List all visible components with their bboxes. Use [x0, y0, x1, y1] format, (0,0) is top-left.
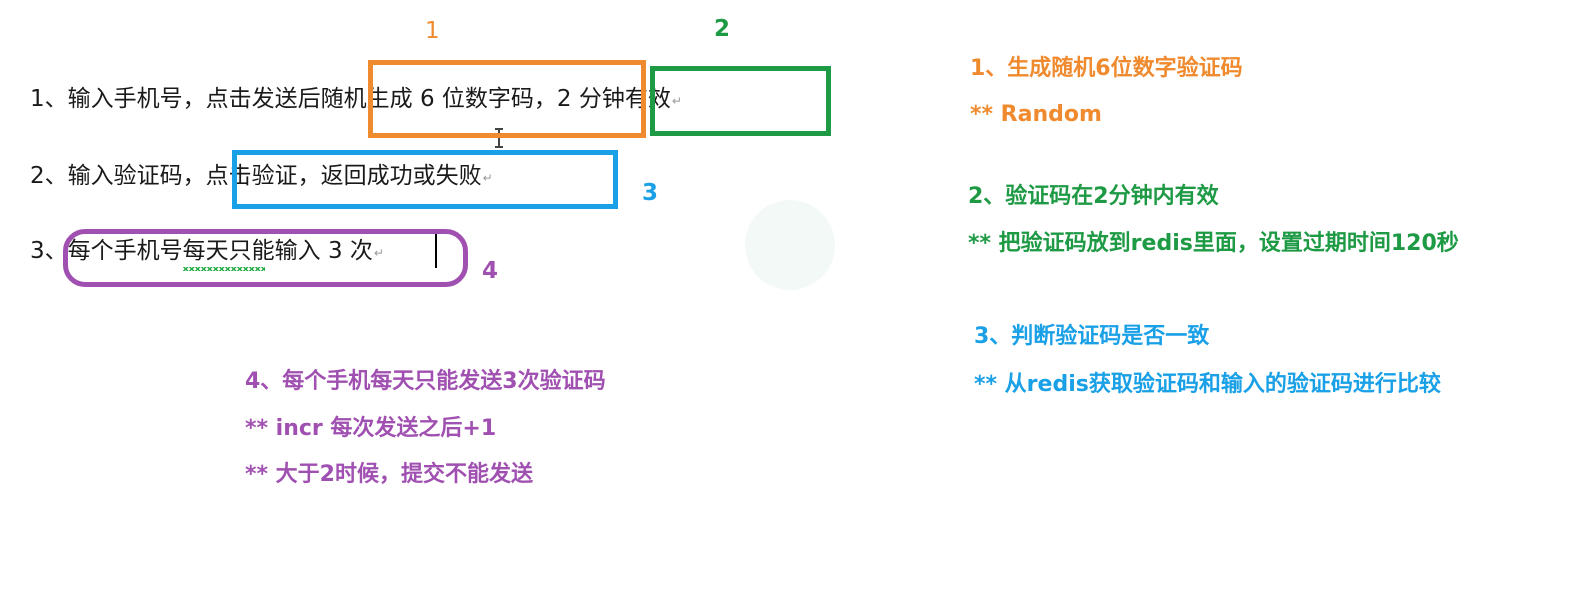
note-1-title: 1、生成随机6位数字验证码	[970, 56, 1243, 81]
marker-1: 1	[425, 18, 440, 44]
background-decoration	[745, 200, 835, 290]
highlight-box-4	[63, 229, 468, 287]
note-3-title: 3、判断验证码是否一致	[974, 324, 1210, 349]
note-2-detail: ** 把验证码放到redis里面，设置过期时间120秒	[968, 231, 1459, 256]
marker-2: 2	[714, 16, 731, 42]
note-1-detail: ** Random	[970, 102, 1102, 127]
highlight-box-1	[368, 60, 646, 138]
highlight-box-2	[650, 66, 831, 136]
marker-3: 3	[642, 180, 659, 206]
note-2-title: 2、验证码在2分钟内有效	[968, 184, 1219, 209]
marker-4: 4	[482, 258, 499, 284]
note-4-title: 4、每个手机每天只能发送3次验证码	[245, 369, 606, 394]
highlight-box-3	[232, 150, 618, 209]
note-3-detail: ** 从redis获取验证码和输入的验证码进行比较	[974, 372, 1441, 397]
note-4-detail-1: ** incr 每次发送之后+1	[245, 416, 497, 441]
note-4-detail-2: ** 大于2时候，提交不能发送	[245, 462, 533, 487]
